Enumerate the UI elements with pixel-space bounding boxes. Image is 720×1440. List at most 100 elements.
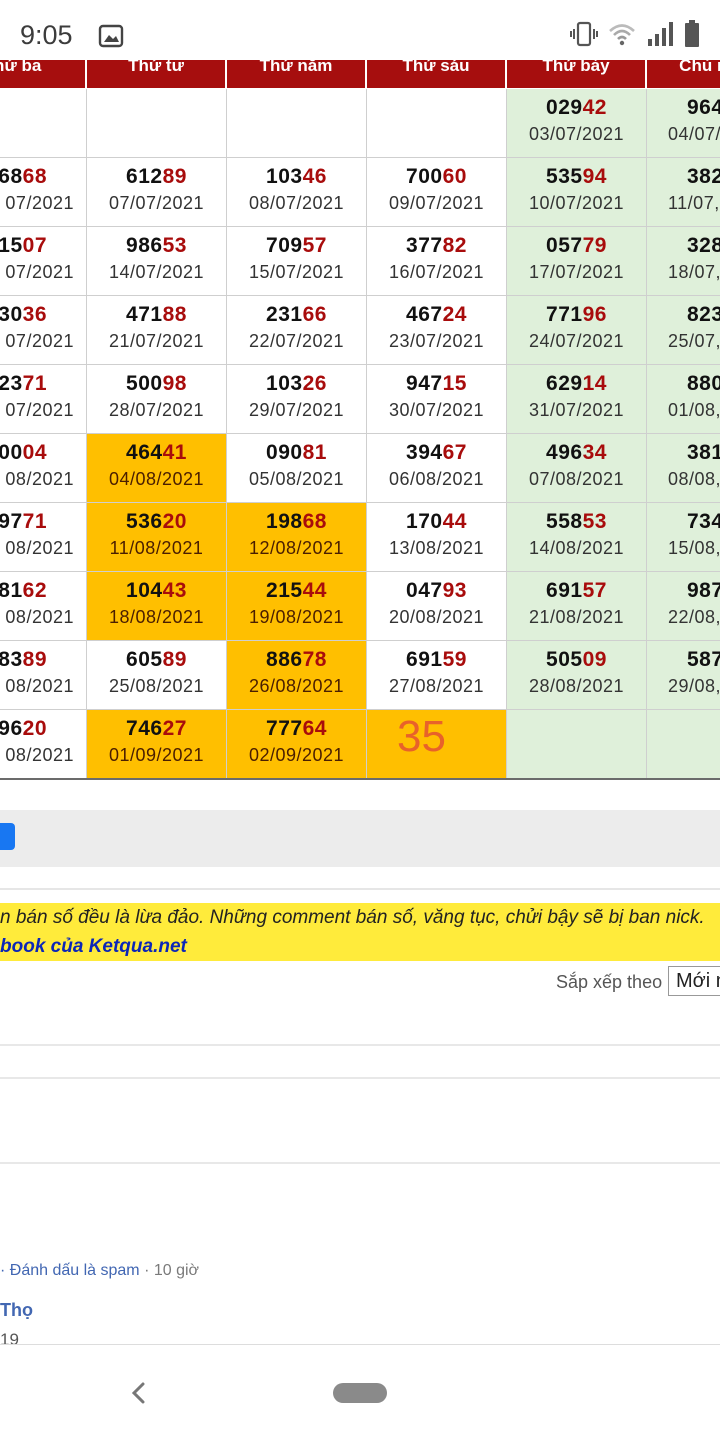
result-cell: 70957 15/07/2021 (227, 227, 367, 296)
result-cell: 587 29/08, (647, 641, 720, 710)
result-cell: 23166 22/07/2021 (227, 296, 367, 365)
result-cell: 21544 19/08/2021 (227, 572, 367, 641)
result-date: 08/2021 (5, 607, 74, 627)
battery-icon (685, 20, 699, 47)
result-number-tail: 96 (582, 303, 607, 326)
result-number: 61289 (87, 165, 226, 189)
result-cell: 62914 31/07/2021 (507, 365, 647, 434)
result-number-tail: 89 (162, 165, 187, 188)
result-number-head: 605 (126, 648, 163, 671)
result-number-head: 96 (0, 717, 23, 740)
result-cell: 381 08/08, (647, 434, 720, 503)
result-number-head: 734 (687, 510, 720, 533)
result-cell: 8389 08/2021 (0, 641, 87, 710)
result-number-head: 381 (687, 441, 720, 464)
result-number: 17044 (367, 510, 506, 534)
result-date: 07/2021 (5, 400, 74, 420)
result-cell: 77196 24/07/2021 (507, 296, 647, 365)
result-cell: 61289 07/07/2021 (87, 158, 227, 227)
result-number: 964 (647, 96, 720, 120)
result-number-head: 987 (687, 579, 720, 602)
status-icons (570, 20, 700, 48)
result-number: 6868 (0, 165, 86, 189)
result-number: 9620 (0, 717, 86, 741)
result-date: 08/07/2021 (248, 193, 345, 213)
result-number: 98653 (87, 234, 226, 258)
mark-spam-link[interactable]: · Đánh dấu là spam (0, 1262, 140, 1279)
result-number: 10326 (227, 372, 366, 396)
result-number: 50509 (507, 648, 646, 672)
comment-meta: · Đánh dấu là spam · 10 giờ (0, 1262, 199, 1280)
sort-select[interactable]: Mới nhất (668, 966, 720, 996)
result-cell: 88678 26/08/2021 (227, 641, 367, 710)
result-cell: 60589 25/08/2021 (87, 641, 227, 710)
result-number: 587 (647, 648, 720, 672)
result-number-head: 558 (546, 510, 583, 533)
result-date: 07/2021 (5, 262, 74, 282)
result-number-tail: 20 (162, 510, 187, 533)
result-number-head: 746 (126, 717, 163, 740)
result-number-tail: 44 (442, 510, 467, 533)
result-number: 2371 (0, 372, 86, 396)
result-number-head: 629 (546, 372, 583, 395)
result-date: 03/07/2021 (528, 124, 625, 144)
result-cell: 55853 14/08/2021 (507, 503, 647, 572)
result-number-tail: 66 (302, 303, 327, 326)
result-cell (507, 710, 647, 779)
result-date: 13/08/2021 (388, 538, 485, 558)
result-cell (367, 89, 507, 158)
result-date: 29/07/2021 (248, 400, 345, 420)
result-number-head: 464 (126, 441, 163, 464)
result-number-head: 505 (546, 648, 583, 671)
result-number: 55853 (507, 510, 646, 534)
result-number-head: 97 (0, 510, 23, 533)
notice-link[interactable]: book của Ketqua.net (0, 936, 187, 958)
result-number-tail: 26 (302, 372, 327, 395)
result-number-tail: 68 (302, 510, 327, 533)
result-number: 69157 (507, 579, 646, 603)
result-number-tail: 98 (162, 372, 187, 395)
result-cell: 53594 10/07/2021 (507, 158, 647, 227)
result-number-head: 691 (546, 579, 583, 602)
result-cell: 69159 27/08/2021 (367, 641, 507, 710)
table-header-cell: Thứ bảy (507, 60, 647, 88)
result-number: 37782 (367, 234, 506, 258)
comment-toolbar (0, 810, 720, 867)
result-number-head: 467 (406, 303, 443, 326)
result-number-head: 496 (546, 441, 583, 464)
comment-author[interactable]: Thọ (0, 1300, 33, 1321)
result-date: 14/08/2021 (528, 538, 625, 558)
result-date: 27/08/2021 (388, 676, 485, 696)
result-number-tail: 94 (582, 165, 607, 188)
result-number: 39467 (367, 441, 506, 465)
result-number: 46441 (87, 441, 226, 465)
result-number: 94715 (367, 372, 506, 396)
result-number-tail: 88 (162, 303, 187, 326)
result-cell (647, 710, 720, 779)
result-date: 07/2021 (5, 331, 74, 351)
vibrate-icon (570, 21, 598, 47)
result-number: 02942 (507, 96, 646, 120)
result-number-tail: 14 (582, 372, 607, 395)
result-date: 31/07/2021 (528, 400, 625, 420)
result-cell: 17044 13/08/2021 (367, 503, 507, 572)
facebook-button[interactable] (0, 823, 15, 850)
result-number: 04793 (367, 579, 506, 603)
result-number-tail: 41 (162, 441, 187, 464)
result-cell (227, 89, 367, 158)
result-number-head: 103 (266, 165, 303, 188)
result-number: 0004 (0, 441, 86, 465)
result-number: 47188 (87, 303, 226, 327)
result-number-head: 886 (266, 648, 303, 671)
current-result-number: 35 (397, 712, 446, 761)
home-pill-button[interactable] (333, 1383, 387, 1403)
table-header-cell: Thứ sáu (367, 60, 507, 88)
result-number-head: 880 (687, 372, 720, 395)
wifi-icon (609, 24, 635, 46)
result-number-head: 536 (126, 510, 163, 533)
result-number-tail: 93 (442, 579, 467, 602)
result-number-head: 771 (546, 303, 583, 326)
result-number-tail: 07 (22, 234, 47, 257)
back-icon[interactable] (128, 1381, 148, 1410)
result-date: 21/08/2021 (528, 607, 625, 627)
